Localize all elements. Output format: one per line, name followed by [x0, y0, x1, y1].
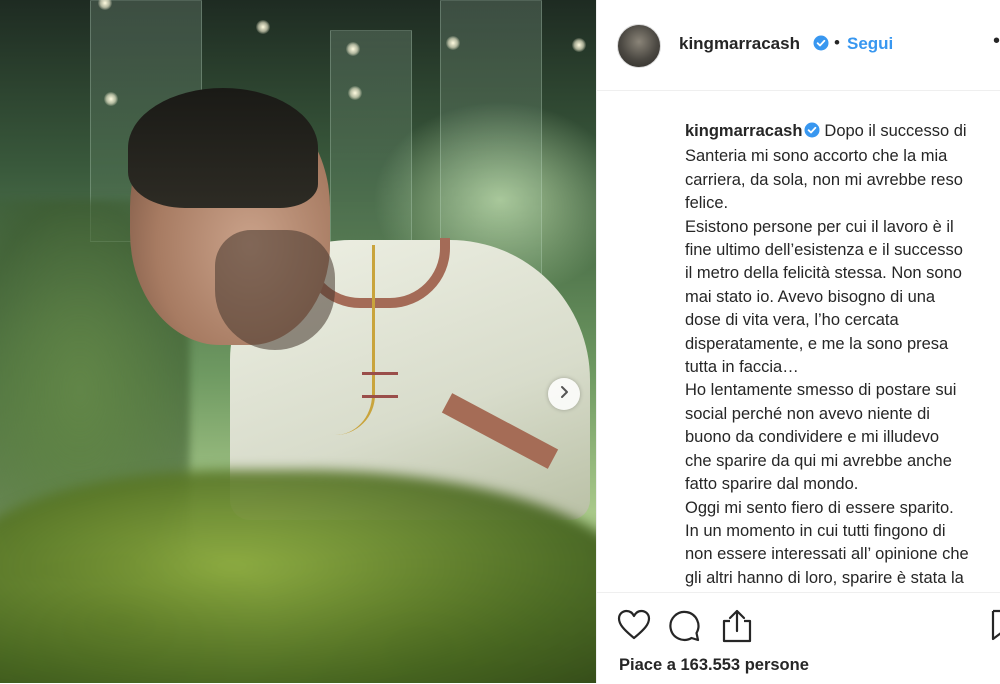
likes-count[interactable]: Piace a 163.553 persone: [619, 656, 809, 675]
ceiling-light: [446, 36, 460, 50]
caption-line: che sparire da qui mi avrebbe anche: [685, 451, 952, 470]
necklace: [292, 245, 375, 435]
heart-icon[interactable]: [617, 609, 651, 646]
caption-line: social perché non avevo niente di: [685, 404, 930, 423]
ceiling-light: [104, 92, 118, 106]
caption-line: fatto sparire dal mondo.: [685, 475, 859, 494]
ceiling-light: [348, 86, 362, 100]
caption-line: gli altri hanno di loro, sparire è stata…: [685, 568, 964, 587]
caption-line: disperatamente, e me la sono presa: [685, 334, 949, 353]
header-separator: •: [834, 33, 840, 52]
caption-line: felice.: [685, 194, 729, 213]
caption-line: tutta in faccia…: [685, 358, 799, 377]
caption-line: In un momento in cui tutti fingono di: [685, 521, 946, 540]
post-caption: kingmarracash Dopo il successo di Santeri…: [685, 120, 1000, 588]
bookmark-icon[interactable]: [991, 609, 1000, 648]
verified-badge-icon: [813, 35, 829, 56]
chevron-right-icon: [557, 385, 571, 404]
post-side-panel: kingmarracash • Segui • kingmarracash Dop…: [596, 0, 1000, 683]
ceiling-light: [572, 38, 586, 52]
caption-line-0: kingmarracash Dopo il successo di: [685, 120, 1000, 145]
share-icon[interactable]: [721, 609, 753, 648]
shirt-logo: [362, 372, 398, 398]
caption-username[interactable]: kingmarracash: [685, 122, 802, 140]
next-photo-button[interactable]: [548, 378, 580, 410]
more-options-icon[interactable]: •: [993, 30, 1000, 53]
avatar[interactable]: [617, 24, 661, 68]
caption-line: Oggi mi sento fiero di essere sparito.: [685, 498, 954, 517]
glass-pane: [330, 30, 412, 262]
header-username[interactable]: kingmarracash: [679, 34, 800, 54]
follow-button[interactable]: Segui: [847, 34, 893, 54]
ceiling-light: [256, 20, 270, 34]
verified-badge-icon: [804, 122, 820, 145]
caption-line: dose di vita vera, l’ho cercata: [685, 311, 899, 330]
caption-line: Ho lentamente smesso di postare sui: [685, 381, 957, 400]
caption-line: Santeria mi sono accorto che la mia: [685, 147, 948, 166]
post-photo: [0, 0, 596, 683]
caption-line: mai stato io. Avevo bisogno di una: [685, 287, 936, 306]
caption-line: carriera, da sola, non mi avrebbe reso: [685, 170, 963, 189]
caption-text: Dopo il successo di: [824, 122, 967, 140]
post-actions: Piace a 163.553 persone: [597, 592, 1000, 684]
person-hair: [128, 88, 318, 208]
caption-line: fine ultimo dell’esistenza e il successo: [685, 241, 963, 260]
comment-icon[interactable]: [667, 609, 701, 648]
caption-line: Esistono persone per cui il lavoro è il: [685, 217, 954, 236]
post-header: kingmarracash • Segui •: [597, 0, 1000, 91]
foreground-plants: [0, 470, 596, 683]
caption-line: il metro della felicità stessa. Non sono: [685, 264, 962, 283]
caption-line: buono da condividere e mi illudevo: [685, 428, 940, 447]
caption-line: non essere interessati all’ opinione che: [685, 545, 969, 564]
ceiling-light: [346, 42, 360, 56]
